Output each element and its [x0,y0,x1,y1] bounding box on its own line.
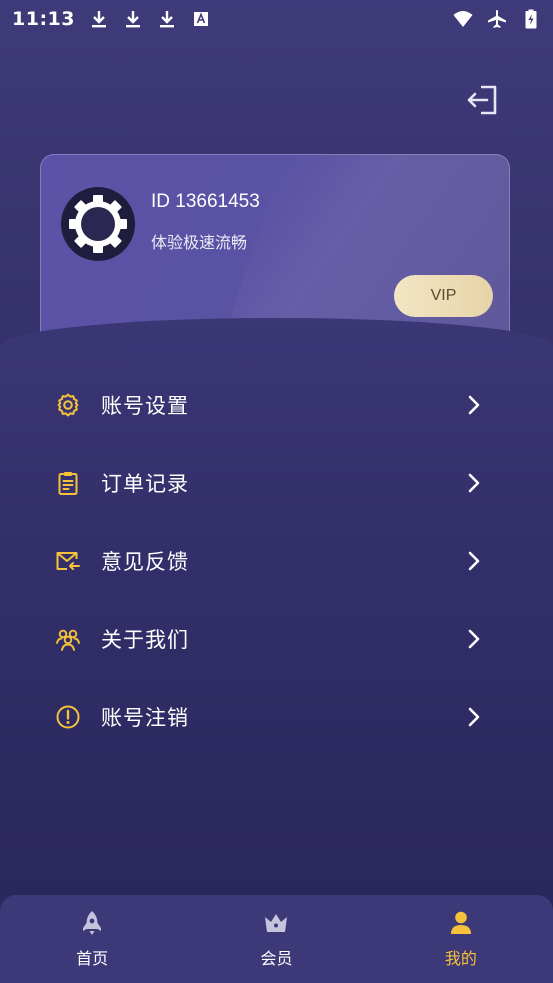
status-bar: 11:13 [0,0,553,38]
menu-item-about-us[interactable]: 关于我们 [0,600,553,678]
alert-circle-icon [56,705,80,729]
nav-label: 会员 [260,949,293,968]
nav-label: 首页 [76,949,109,968]
user-icon [450,911,471,934]
logout-icon [467,85,497,115]
clipboard-icon [58,472,78,495]
download-icon [125,11,140,28]
menu-item-delete-account[interactable]: 账号注销 [0,678,553,756]
menu-item-feedback[interactable]: 意见反馈 [0,522,553,600]
nav-item-membership[interactable]: 会员 [184,895,368,983]
rocket-icon [83,911,102,935]
wifi-icon [453,11,473,27]
download-icon [91,11,106,28]
logout-button[interactable] [464,83,498,117]
status-notification-icons [89,9,211,29]
bottom-nav: 首页 会员 我的 [0,895,553,983]
menu-list: 账号设置 订单记录 意见反馈 关于我们 账号注销 [0,366,553,756]
nav-item-home[interactable]: 首页 [0,895,184,983]
mail-feedback-icon [56,552,80,570]
crown-icon [265,914,288,932]
menu-panel: 账号设置 订单记录 意见反馈 关于我们 账号注销 [0,318,553,898]
chevron-right-icon [468,473,480,493]
chevron-right-icon [468,707,480,727]
menu-item-label: 意见反馈 [101,550,189,574]
nav-label: 我的 [444,949,477,968]
user-id: ID 13661453 [151,191,260,212]
status-system-icons [453,9,541,29]
chevron-right-icon [468,395,480,415]
nav-item-mine[interactable]: 我的 [369,895,553,983]
menu-item-label: 关于我们 [101,628,189,652]
download-icon [159,11,174,28]
battery-charging-icon [525,9,537,29]
menu-item-label: 账号设置 [101,394,189,418]
user-tagline: 体验极速流畅 [151,233,248,252]
group-icon [56,629,80,651]
menu-item-label: 订单记录 [101,472,189,496]
avatar[interactable] [61,187,135,261]
airplane-mode-icon [488,10,506,28]
vip-button[interactable]: VIP [394,275,493,317]
text-notification-icon [193,12,208,26]
settings-icon [57,393,79,417]
chevron-right-icon [468,629,480,649]
menu-item-account-settings[interactable]: 账号设置 [0,366,553,444]
gear-icon [69,195,127,253]
menu-item-order-history[interactable]: 订单记录 [0,444,553,522]
menu-item-label: 账号注销 [101,706,189,730]
status-time: 11:13 [12,8,75,30]
chevron-right-icon [468,551,480,571]
